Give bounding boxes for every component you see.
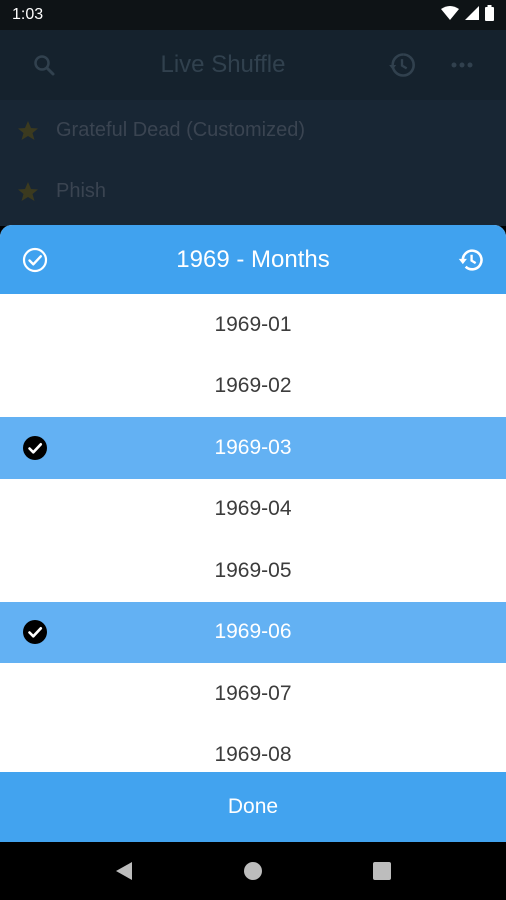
month-label: 1969-04	[214, 497, 292, 521]
month-label: 1969-02	[214, 374, 292, 398]
list-item-label: Phish	[56, 180, 107, 202]
month-label: 1969-08	[214, 743, 292, 767]
signal-icon	[465, 5, 479, 25]
done-label: Done	[227, 795, 279, 818]
month-label: 1969-03	[214, 435, 292, 459]
month-row[interactable]: 1969-08	[0, 725, 506, 773]
dialog-header: 1969 - Months	[0, 225, 506, 294]
done-button[interactable]: Done	[0, 772, 506, 842]
select-all-icon[interactable]	[0, 225, 70, 294]
month-row[interactable]: 1969-05	[0, 540, 506, 602]
recents-icon[interactable]	[362, 851, 402, 891]
battery-icon	[485, 4, 494, 26]
background-list: Grateful Dead (Customized) Phish	[0, 100, 506, 226]
wifi-icon	[441, 5, 459, 25]
list-item[interactable]: Grateful Dead (Customized)	[0, 100, 506, 161]
status-bar: 1:03	[0, 0, 506, 30]
month-row[interactable]: 1969-01	[0, 294, 506, 356]
list-item[interactable]: Phish	[0, 161, 506, 222]
list-item-label: Grateful Dead (Customized)	[56, 119, 305, 141]
app-title: Live Shuffle	[160, 51, 286, 78]
history-icon[interactable]	[436, 225, 506, 294]
status-icons	[441, 4, 494, 26]
star-icon	[16, 119, 40, 143]
month-row[interactable]: 1969-02	[0, 356, 506, 418]
month-label: 1969-05	[214, 558, 292, 582]
dialog-title: 1969 - Months	[176, 245, 330, 273]
month-row[interactable]: 1969-07	[0, 663, 506, 725]
home-icon[interactable]	[233, 851, 273, 891]
search-icon[interactable]	[14, 30, 74, 100]
check-icon	[22, 435, 48, 461]
more-icon[interactable]	[432, 30, 492, 100]
navigation-bar	[0, 842, 506, 900]
back-icon[interactable]	[104, 851, 144, 891]
month-row[interactable]: 1969-04	[0, 479, 506, 541]
months-dialog: 1969 - Months 1969-01 1969-02 1969-03 19…	[0, 225, 506, 842]
month-row[interactable]: 1969-06	[0, 601, 506, 663]
month-label: 1969-07	[214, 681, 292, 705]
month-label: 1969-01	[214, 312, 292, 336]
app-bar: Live Shuffle	[0, 30, 506, 100]
month-list: 1969-01 1969-02 1969-03 1969-04 1969-05 …	[0, 294, 506, 772]
month-row[interactable]: 1969-03	[0, 417, 506, 479]
month-label: 1969-06	[214, 620, 292, 644]
history-icon[interactable]	[372, 30, 432, 100]
status-time: 1:03	[12, 6, 44, 23]
star-icon	[16, 180, 40, 204]
check-icon	[22, 619, 48, 645]
